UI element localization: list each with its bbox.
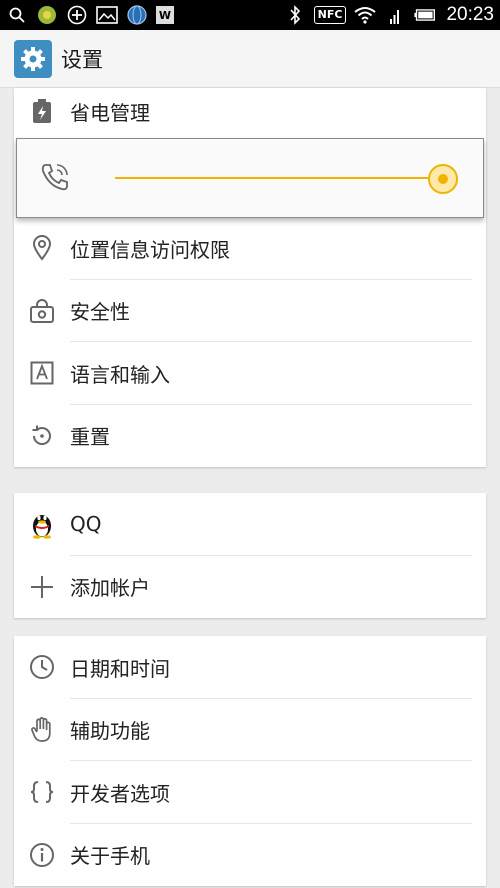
w-icon: W (156, 6, 174, 24)
settings-item-qq[interactable]: QQ (14, 493, 486, 556)
gear-icon[interactable] (14, 39, 52, 78)
app-icon (36, 4, 58, 26)
settings-item-label: QQ (70, 512, 102, 537)
lock-icon (14, 298, 70, 323)
settings-section-accounts: QQ 添加帐户 (14, 493, 486, 618)
system-indicators: NFC 20:23 (284, 4, 494, 26)
settings-item-location[interactable]: 位置信息访问权限 (14, 217, 486, 280)
settings-item-label: 辅助功能 (70, 719, 150, 744)
volume-slider-track[interactable] (115, 177, 443, 179)
battery-icon (414, 4, 436, 26)
plus-icon (14, 575, 70, 599)
settings-item-label: 日期和时间 (70, 656, 170, 681)
settings-item-developer-options[interactable]: 开发者选项 (14, 761, 486, 824)
settings-item-label: 位置信息访问权限 (70, 237, 230, 262)
notification-icons: W (6, 4, 174, 26)
battery-saver-icon (14, 98, 70, 124)
reset-icon (14, 423, 70, 449)
volume-popup (16, 138, 484, 218)
clock-icon (14, 654, 70, 680)
settings-item-reset[interactable]: 重置 (14, 405, 486, 468)
signal-icon (384, 4, 406, 26)
settings-item-about-phone[interactable]: 关于手机 (14, 824, 486, 887)
bluetooth-icon (284, 4, 306, 26)
settings-header: 设置 (0, 30, 500, 88)
settings-item-language-input[interactable]: 语言和输入 (14, 342, 486, 405)
settings-section-system: 日期和时间 辅助功能 开发者选项 关于手机 (14, 636, 486, 886)
settings-item-label: 语言和输入 (70, 362, 170, 387)
volume-slider-thumb-dot (438, 174, 448, 184)
globe-icon (126, 4, 148, 26)
settings-item-date-time[interactable]: 日期和时间 (14, 636, 486, 699)
image-icon (96, 4, 118, 26)
qq-penguin-icon (14, 509, 70, 540)
settings-item-security[interactable]: 安全性 (14, 280, 486, 343)
settings-item-label: 开发者选项 (70, 781, 170, 806)
keyboard-a-icon (14, 361, 70, 385)
info-icon (14, 842, 70, 868)
braces-icon (14, 779, 70, 805)
hand-icon (14, 716, 70, 743)
settings-item-power-saving[interactable]: 省电管理 (14, 88, 486, 134)
status-bar: W NFC 20:23 (0, 0, 500, 30)
clock-time: 20:23 (446, 4, 494, 25)
settings-item-label: 关于手机 (70, 844, 150, 869)
phone-ringer-icon (39, 161, 71, 197)
nfc-icon: NFC (313, 6, 347, 24)
location-icon (14, 235, 70, 261)
wifi-icon (354, 4, 377, 26)
plus-circle-icon (66, 4, 88, 26)
volume-slider-thumb[interactable] (428, 164, 458, 194)
settings-item-label: 省电管理 (70, 100, 150, 125)
settings-item-label: 安全性 (70, 300, 130, 325)
page-title: 设置 (61, 47, 103, 72)
search-icon (6, 4, 28, 26)
settings-item-add-account[interactable]: 添加帐户 (14, 556, 486, 619)
settings-item-accessibility[interactable]: 辅助功能 (14, 699, 486, 762)
settings-item-label: 添加帐户 (70, 576, 150, 601)
settings-item-label: 重置 (70, 425, 110, 450)
